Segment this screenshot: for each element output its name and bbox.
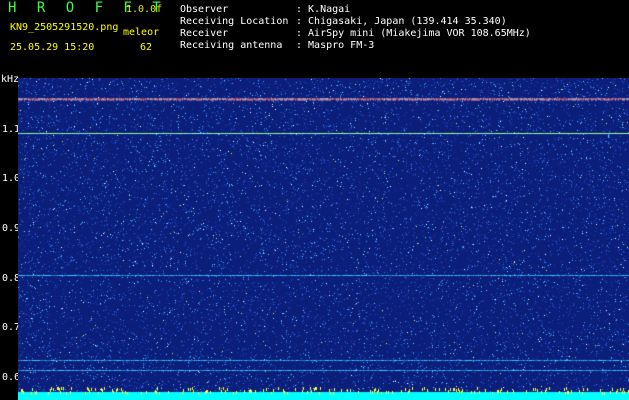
info-value-receiver: : AirSpy mini (Miakejima VOR 108.65MHz) <box>296 28 531 39</box>
info-label-antenna: Receiving antenna <box>180 40 283 51</box>
version-label: 1.0.0f <box>126 4 163 15</box>
info-label-observer: Observer <box>180 4 229 15</box>
filename-label: KN9_2505291520.png <box>10 22 119 33</box>
info-value-location: : Chigasaki, Japan (139.414 35.340) <box>296 16 507 27</box>
info-label-receiver: Receiver <box>180 28 229 39</box>
info-value-antenna: : Maspro FM-3 <box>296 40 375 51</box>
y-unit-label: kHz <box>1 74 20 85</box>
info-value-observer: : K.Nagai <box>296 4 351 15</box>
info-label-location: Receiving Location <box>180 16 289 27</box>
hroft-screen: H R O F F T 1.0.0f KN9_2505291520.png me… <box>0 0 629 400</box>
datetime-label: 25.05.29 15:20 <box>10 42 95 53</box>
meteor-label: meleor <box>123 27 160 38</box>
spectrogram-canvas <box>18 78 629 400</box>
meteor-count: 62 <box>140 42 153 53</box>
